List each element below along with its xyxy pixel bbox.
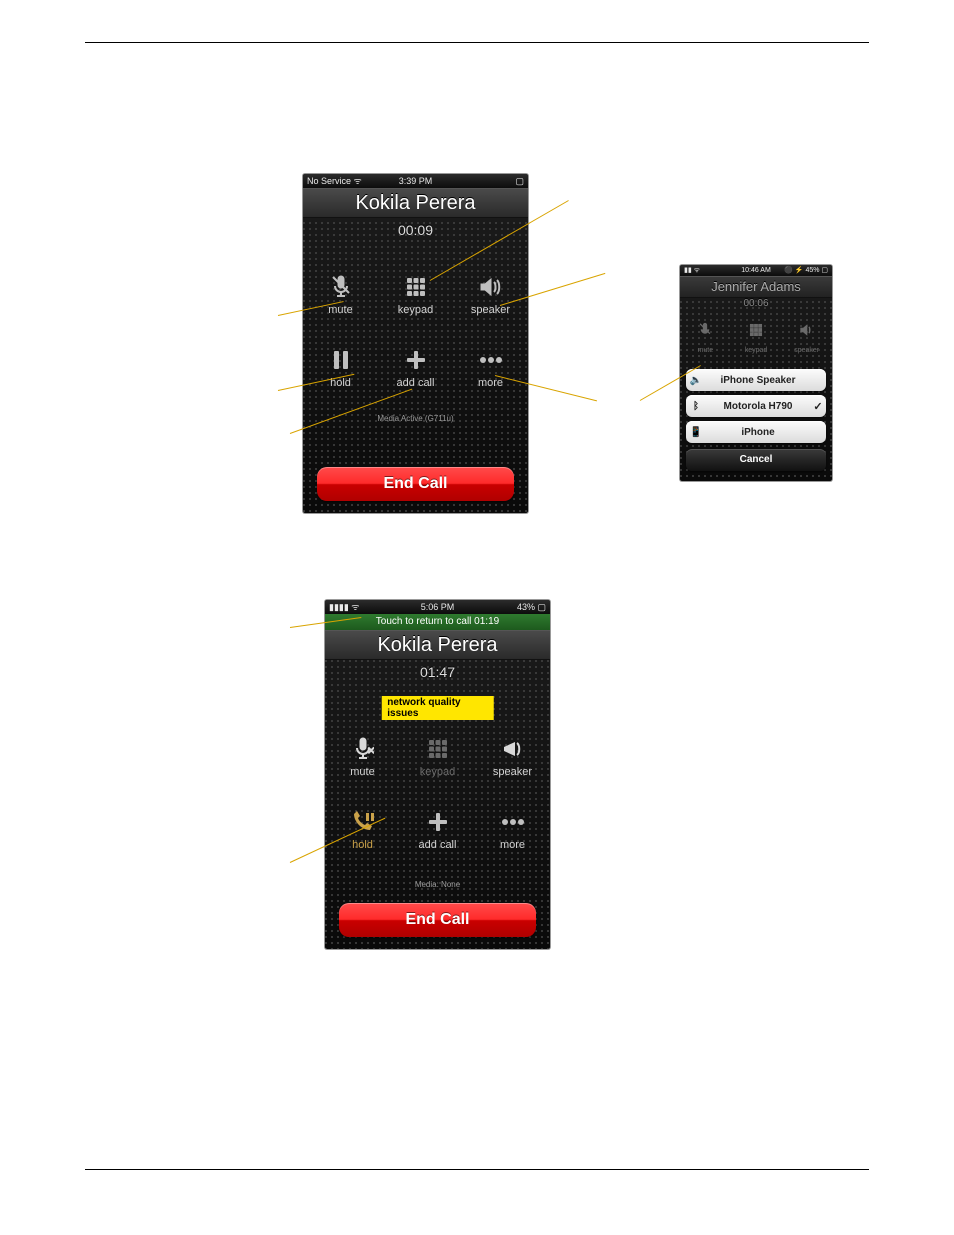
screenshot-call-in-progress: No Service ᯤ 3:39 PM ▢ Kokila Perera 00:… xyxy=(303,174,528,513)
keypad-button-disabled: keypad xyxy=(400,736,475,793)
speaker-label: speaker xyxy=(493,766,532,778)
keypad-icon xyxy=(743,317,769,343)
speaker-label: speaker xyxy=(471,304,510,316)
hold-label: hold xyxy=(352,839,373,851)
microphone-slash-icon xyxy=(328,274,354,300)
status-time: 3:39 PM xyxy=(399,174,433,188)
more-button[interactable]: more xyxy=(475,809,550,866)
call-controls-faded: mute keypad speaker xyxy=(680,317,832,357)
mute-label: mute xyxy=(350,766,374,778)
speaker-button-disabled: speaker xyxy=(781,317,832,357)
caller-name-bar: Kokila Perera xyxy=(303,188,528,218)
call-timer: 00:06 xyxy=(680,298,832,309)
network-quality-banner: network quality issues xyxy=(381,696,494,720)
footer-rule xyxy=(85,1169,869,1170)
more-label: more xyxy=(478,377,503,389)
keypad-icon xyxy=(403,274,429,300)
header-rule xyxy=(85,42,869,43)
caller-name-bar: Jennifer Adams xyxy=(680,276,832,298)
phone-pause-icon xyxy=(350,809,376,835)
document-page: No Service ᯤ 3:39 PM ▢ Kokila Perera 00:… xyxy=(0,0,954,1235)
screenshot-network-quality: ▮▮▮▮ ᯤ 5:06 PM 43% ▢ Touch to return to … xyxy=(325,600,550,949)
keypad-label: keypad xyxy=(420,766,455,778)
mute-button-disabled: mute xyxy=(680,317,731,357)
audio-route-sheet: 🔈 iPhone Speaker ᛒ Motorola H790 ✓ 📱 iPh… xyxy=(680,369,832,471)
end-call-button[interactable]: End Call xyxy=(317,467,514,501)
microphone-slash-icon xyxy=(692,317,718,343)
route-bluetooth-device[interactable]: ᛒ Motorola H790 ✓ xyxy=(686,395,826,417)
more-label: more xyxy=(500,839,525,851)
hold-label: hold xyxy=(330,377,351,389)
route-iphone[interactable]: 📱 iPhone xyxy=(686,421,826,443)
add-call-label: add call xyxy=(397,377,435,389)
ellipsis-icon xyxy=(500,809,526,835)
keypad-icon xyxy=(425,736,451,762)
media-status: Media: None xyxy=(325,880,550,889)
keypad-label: keypad xyxy=(398,304,433,316)
keypad-label: keypad xyxy=(745,347,768,354)
status-signal: ▮▮▮▮ ᯤ xyxy=(329,600,421,614)
add-call-button[interactable]: add call xyxy=(400,809,475,866)
speaker-icon xyxy=(794,317,820,343)
add-call-button[interactable]: add call xyxy=(378,347,453,404)
hold-button-active[interactable]: hold xyxy=(325,809,400,866)
status-bar: ▮▮ ᯤ 10:46 AM ⚫ ⚡ 45% ▢ xyxy=(680,265,832,276)
svg-text:✕: ✕ xyxy=(367,746,374,757)
keypad-button[interactable]: keypad xyxy=(378,274,453,331)
more-button[interactable]: more xyxy=(453,347,528,404)
phone-device-icon: 📱 xyxy=(686,427,706,438)
speaker-device-icon: 🔈 xyxy=(686,375,706,386)
media-status: Media Active (G711u) xyxy=(303,414,528,423)
status-carrier: No Service ᯤ xyxy=(307,174,399,188)
megaphone-icon xyxy=(500,736,526,762)
route-label: Motorola H790 xyxy=(706,401,810,412)
plus-icon xyxy=(425,809,451,835)
microphone-slash-icon: ✕ xyxy=(350,736,376,762)
route-label: iPhone Speaker xyxy=(706,375,810,386)
caller-name-bar: Kokila Perera xyxy=(325,630,550,660)
add-call-label: add call xyxy=(419,839,457,851)
mute-label: mute xyxy=(698,347,714,354)
route-label: iPhone xyxy=(706,427,810,438)
cancel-button[interactable]: Cancel xyxy=(686,449,826,471)
status-battery: ▢ xyxy=(432,174,524,188)
pause-icon xyxy=(328,347,354,373)
status-bar: No Service ᯤ 3:39 PM ▢ xyxy=(303,174,528,188)
caller-name: Jennifer Adams xyxy=(711,279,801,294)
call-timer: 00:09 xyxy=(303,222,528,238)
mute-label: mute xyxy=(328,304,352,316)
screenshot-audio-route-sheet: ▮▮ ᯤ 10:46 AM ⚫ ⚡ 45% ▢ Jennifer Adams 0… xyxy=(680,265,832,481)
ellipsis-icon xyxy=(478,347,504,373)
speaker-button[interactable]: speaker xyxy=(453,274,528,331)
plus-icon xyxy=(403,347,429,373)
speaker-label: speaker xyxy=(794,347,819,354)
hold-button[interactable]: hold xyxy=(303,347,378,404)
call-controls-grid: ✕ mute keypad speaker hold xyxy=(325,736,550,866)
caller-name: Kokila Perera xyxy=(377,634,497,656)
speaker-icon xyxy=(478,274,504,300)
status-battery: 43% ▢ xyxy=(454,600,546,614)
route-iphone-speaker[interactable]: 🔈 iPhone Speaker xyxy=(686,369,826,391)
check-icon: ✓ xyxy=(810,400,826,413)
speaker-button[interactable]: speaker xyxy=(475,736,550,793)
keypad-button-disabled: keypad xyxy=(731,317,782,357)
bluetooth-icon: ᛒ xyxy=(686,401,706,412)
status-bar: ▮▮▮▮ ᯤ 5:06 PM 43% ▢ xyxy=(325,600,550,614)
caller-name: Kokila Perera xyxy=(355,192,475,214)
status-time: 5:06 PM xyxy=(421,600,455,614)
call-timer: 01:47 xyxy=(325,664,550,680)
mute-button-active[interactable]: ✕ mute xyxy=(325,736,400,793)
mute-button[interactable]: mute xyxy=(303,274,378,331)
call-controls-grid: mute keypad speaker hold xyxy=(303,274,528,404)
end-call-button[interactable]: End Call xyxy=(339,903,536,937)
return-to-call-banner[interactable]: Touch to return to call 01:19 xyxy=(325,614,550,630)
